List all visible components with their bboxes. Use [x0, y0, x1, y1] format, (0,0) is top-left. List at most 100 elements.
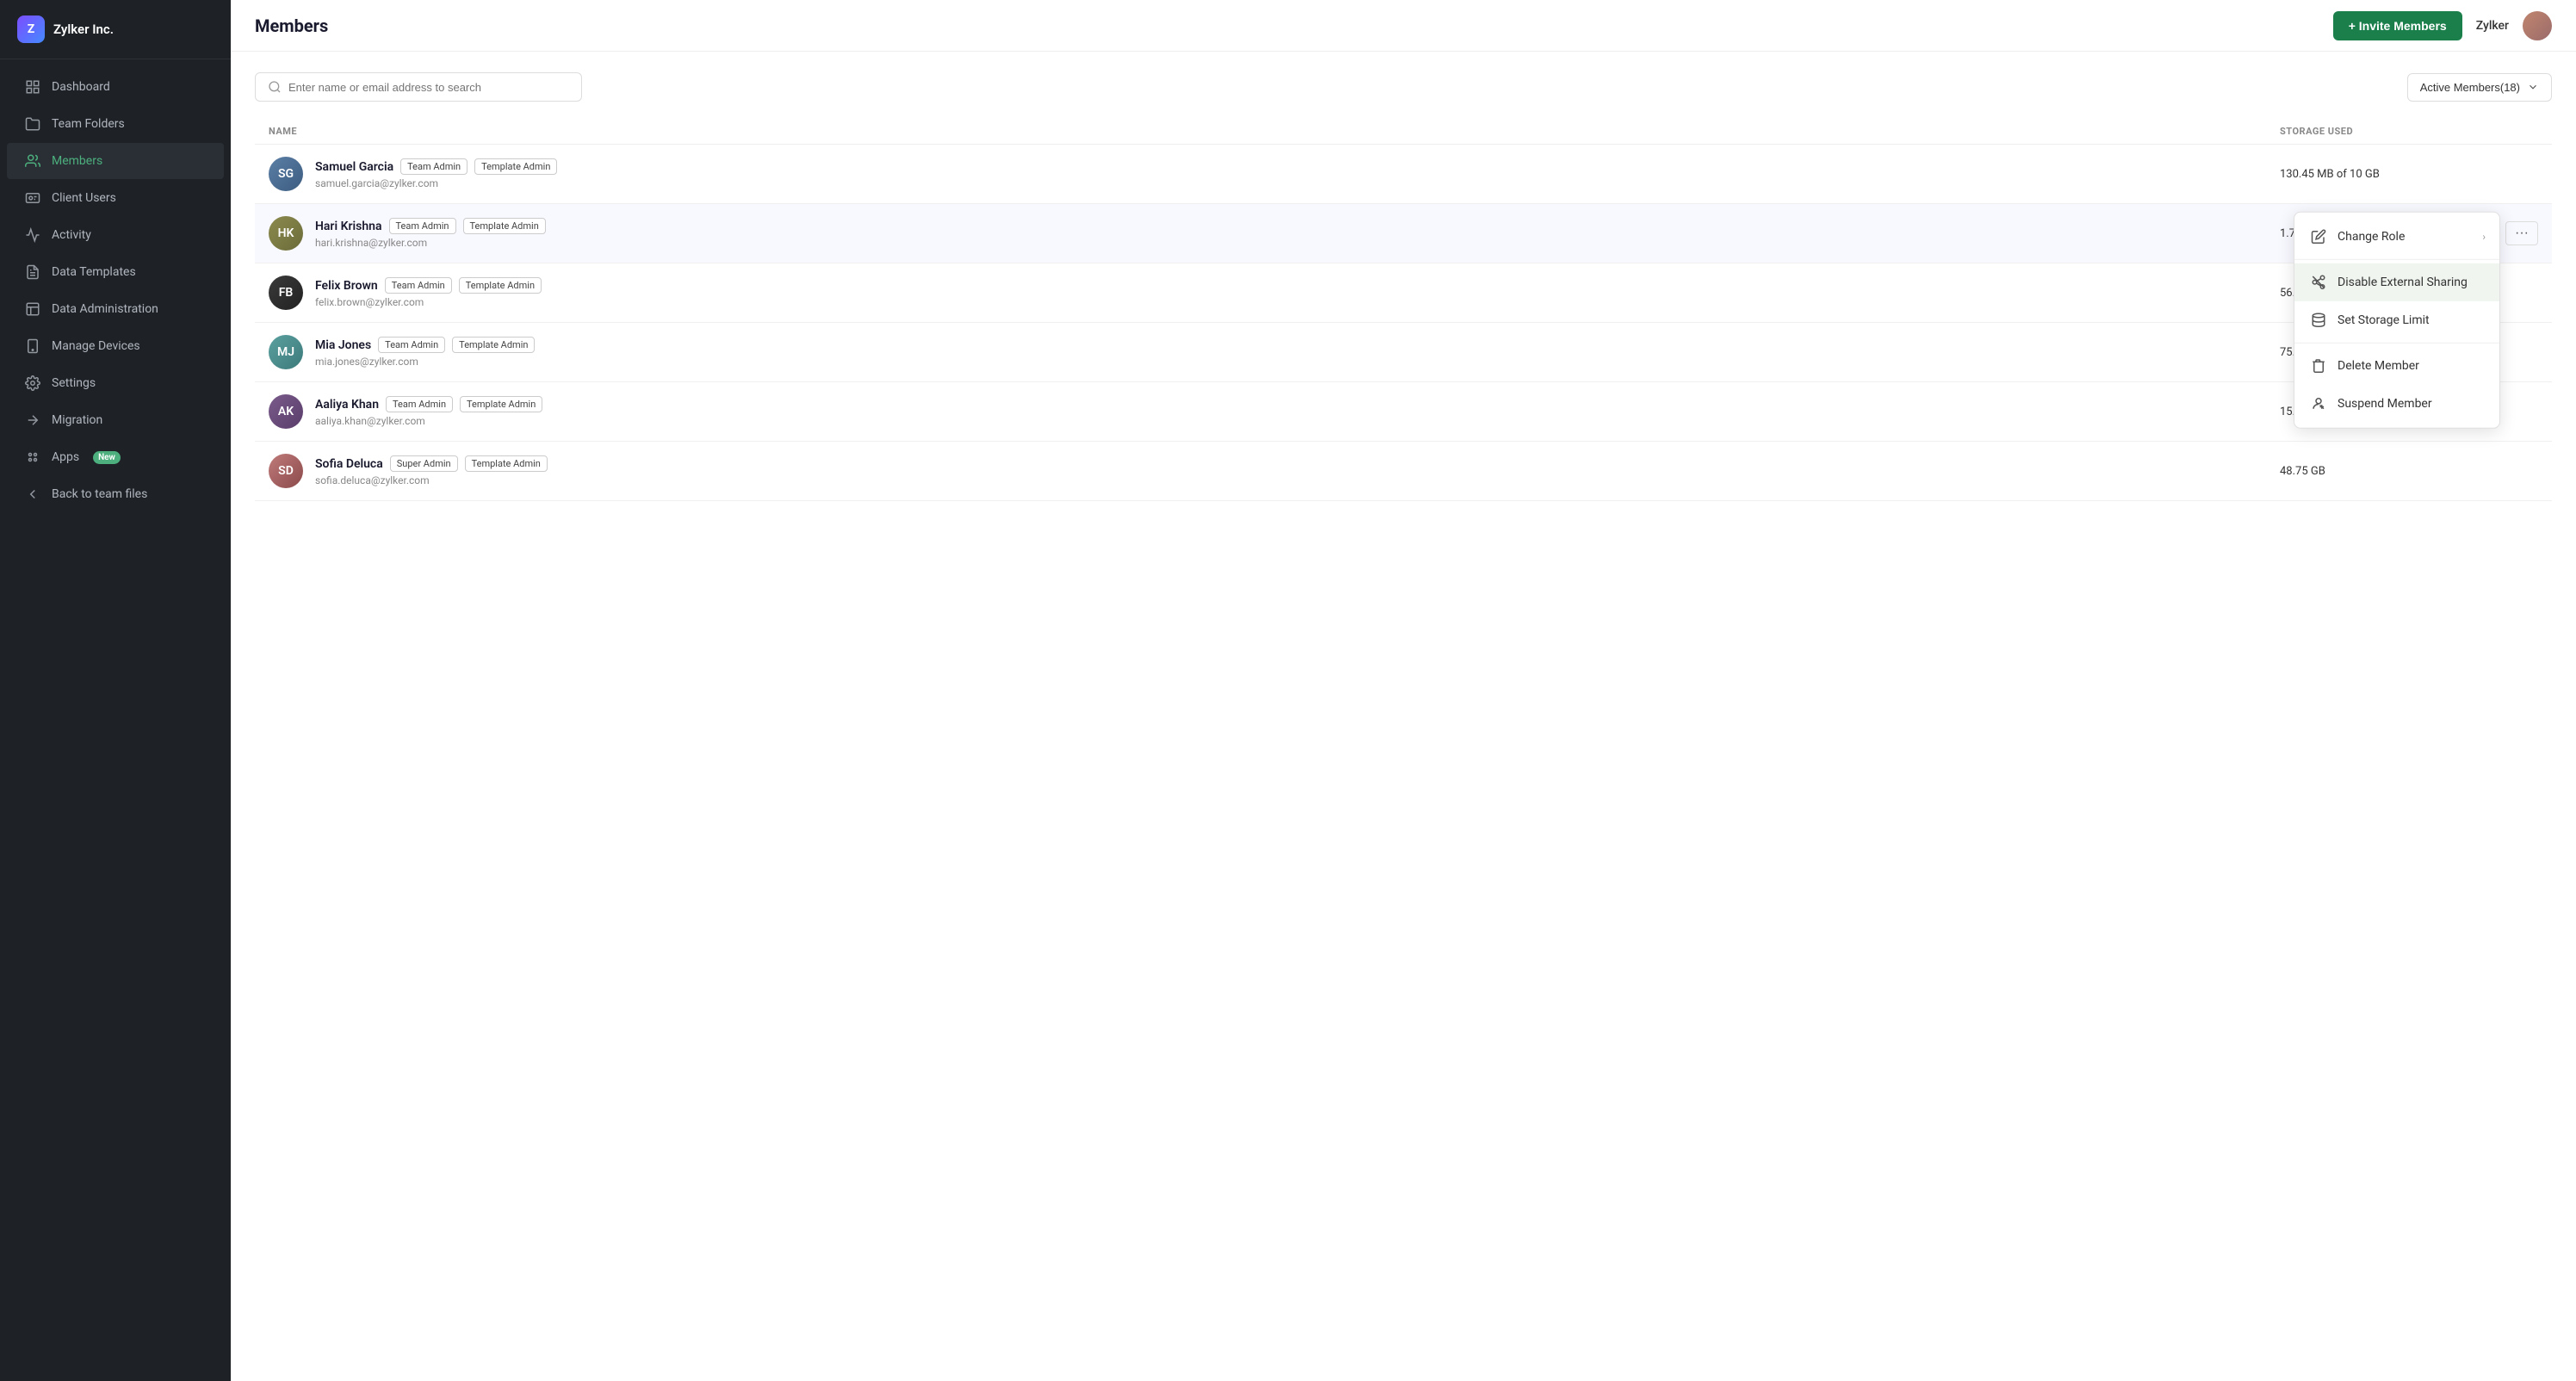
member-info: SD Sofia Deluca Super Admin Template Adm…	[269, 454, 2280, 488]
badge-team-admin: Team Admin	[378, 337, 445, 353]
table-row[interactable]: HK Hari Krishna Team Admin Template Admi…	[255, 204, 2552, 263]
search-box	[255, 72, 582, 102]
badge-team-admin: Team Admin	[385, 277, 452, 294]
sidebar-item-label: Apps	[52, 450, 79, 464]
sidebar-item-members[interactable]: Members	[7, 143, 224, 179]
member-info: MJ Mia Jones Team Admin Template Admin m…	[269, 335, 2280, 369]
sidebar-item-label: Activity	[52, 228, 91, 242]
member-email: aaliya.khan@zylker.com	[315, 415, 2280, 427]
member-details: Aaliya Khan Team Admin Template Admin aa…	[315, 396, 2280, 427]
table-row[interactable]: SG Samuel Garcia Team Admin Template Adm…	[255, 145, 2552, 204]
suspend-icon	[2310, 395, 2327, 412]
member-email: mia.jones@zylker.com	[315, 356, 2280, 368]
menu-item-delete-member[interactable]: Delete Member	[2294, 347, 2499, 385]
sidebar-item-apps[interactable]: Apps New	[7, 439, 224, 475]
member-avatar: HK	[269, 216, 303, 251]
badge-team-admin: Team Admin	[386, 396, 453, 412]
topbar-right: + Invite Members Zylker	[2333, 11, 2552, 40]
badge-template-admin: Template Admin	[463, 218, 546, 234]
sidebar-item-settings[interactable]: Settings	[7, 365, 224, 401]
search-input[interactable]	[288, 81, 569, 94]
member-name-row: Mia Jones Team Admin Template Admin	[315, 337, 2280, 353]
badge-template-admin: Template Admin	[465, 455, 548, 472]
badge-team-admin: Team Admin	[389, 218, 456, 234]
user-name: Zylker	[2476, 19, 2509, 33]
sidebar-item-label: Settings	[52, 376, 96, 390]
sidebar-item-activity[interactable]: Activity	[7, 217, 224, 253]
activity-icon	[24, 226, 41, 244]
app-logo-icon: Z	[17, 15, 45, 43]
menu-item-set-storage-limit[interactable]: Set Storage Limit	[2294, 301, 2499, 339]
sidebar-item-data-administration[interactable]: Data Administration	[7, 291, 224, 327]
sidebar-item-label: Team Folders	[52, 117, 125, 131]
menu-divider	[2294, 259, 2499, 260]
content-area: Active Members(18) NAME STORAGE USED SG …	[231, 52, 2576, 1381]
storage-icon	[2310, 312, 2327, 329]
back-icon	[24, 486, 41, 503]
sidebar-item-manage-devices[interactable]: Manage Devices	[7, 328, 224, 364]
badge-template-admin: Template Admin	[452, 337, 535, 353]
filter-button[interactable]: Active Members(18)	[2407, 73, 2552, 102]
sidebar-logo: Z Zylker Inc.	[0, 0, 231, 59]
folder-icon	[24, 115, 41, 133]
table-row[interactable]: FB Felix Brown Team Admin Template Admin…	[255, 263, 2552, 323]
table-row[interactable]: AK Aaliya Khan Team Admin Template Admin…	[255, 382, 2552, 442]
badge-template-admin: Template Admin	[460, 396, 542, 412]
sidebar-item-client-users[interactable]: Client Users	[7, 180, 224, 216]
company-name: Zylker Inc.	[53, 22, 114, 37]
menu-item-label: Set Storage Limit	[2338, 313, 2430, 327]
menu-item-label: Suspend Member	[2338, 397, 2432, 411]
sidebar-item-label: Data Administration	[52, 302, 158, 316]
menu-item-suspend-member[interactable]: Suspend Member	[2294, 385, 2499, 423]
share-off-icon	[2310, 274, 2327, 291]
template-icon	[24, 263, 41, 281]
member-email: felix.brown@zylker.com	[315, 296, 2280, 308]
member-avatar: MJ	[269, 335, 303, 369]
apps-new-badge: New	[93, 451, 121, 464]
sidebar-item-back-to-team[interactable]: Back to team files	[7, 476, 224, 512]
member-avatar: SD	[269, 454, 303, 488]
sidebar-item-migration[interactable]: Migration	[7, 402, 224, 438]
member-name-row: Samuel Garcia Team Admin Template Admin	[315, 158, 2280, 175]
member-info: SG Samuel Garcia Team Admin Template Adm…	[269, 157, 2280, 191]
sidebar-item-dashboard[interactable]: Dashboard	[7, 69, 224, 105]
table-row[interactable]: MJ Mia Jones Team Admin Template Admin m…	[255, 323, 2552, 382]
sidebar-item-label: Data Templates	[52, 265, 136, 279]
sidebar-nav: Dashboard Team Folders Members Client Us…	[0, 59, 231, 1381]
member-details: Felix Brown Team Admin Template Admin fe…	[315, 277, 2280, 308]
toolbar: Active Members(18)	[255, 72, 2552, 102]
filter-label: Active Members(18)	[2420, 81, 2520, 94]
search-icon	[268, 80, 282, 94]
member-avatar: SG	[269, 157, 303, 191]
member-name: Mia Jones	[315, 338, 371, 352]
more-options-button[interactable]: ···	[2505, 221, 2538, 245]
table-row[interactable]: SD Sofia Deluca Super Admin Template Adm…	[255, 442, 2552, 501]
menu-item-label: Change Role	[2338, 230, 2405, 244]
chevron-down-icon	[2527, 81, 2539, 93]
badge-template-admin: Template Admin	[459, 277, 542, 294]
avatar[interactable]	[2523, 11, 2552, 40]
member-name-row: Hari Krishna Team Admin Template Admin	[315, 218, 2280, 234]
member-info: FB Felix Brown Team Admin Template Admin…	[269, 276, 2280, 310]
member-name-row: Felix Brown Team Admin Template Admin	[315, 277, 2280, 294]
badge-super-admin: Super Admin	[390, 455, 458, 472]
col-storage-header: STORAGE USED	[2280, 126, 2538, 137]
member-name: Sofia Deluca	[315, 457, 383, 471]
people-icon	[24, 152, 41, 170]
col-name-header: NAME	[269, 126, 2280, 137]
migration-icon	[24, 412, 41, 429]
sidebar-item-label: Manage Devices	[52, 339, 140, 353]
table-header: NAME STORAGE USED	[255, 119, 2552, 145]
menu-divider	[2294, 343, 2499, 344]
member-name-row: Sofia Deluca Super Admin Template Admin	[315, 455, 2280, 472]
menu-item-disable-external-sharing[interactable]: Disable External Sharing	[2294, 263, 2499, 301]
member-name: Aaliya Khan	[315, 398, 379, 412]
member-name: Felix Brown	[315, 279, 378, 293]
chevron-right-icon: ›	[2482, 231, 2486, 243]
page-title: Members	[255, 15, 328, 36]
invite-members-button[interactable]: + Invite Members	[2333, 11, 2462, 40]
menu-item-change-role[interactable]: Change Role ›	[2294, 218, 2499, 256]
sidebar-item-team-folders[interactable]: Team Folders	[7, 106, 224, 142]
sidebar-item-data-templates[interactable]: Data Templates	[7, 254, 224, 290]
member-details: Hari Krishna Team Admin Template Admin h…	[315, 218, 2280, 249]
